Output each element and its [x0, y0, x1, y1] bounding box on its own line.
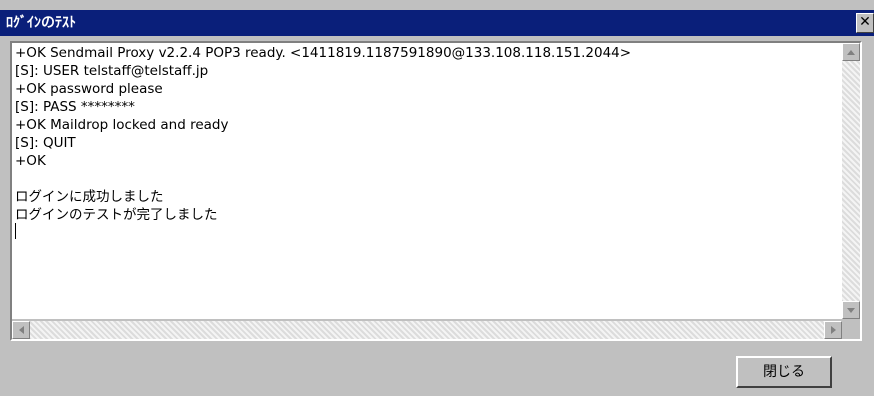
log-line: +OK Sendmail Proxy v2.2.4 POP3 ready. <1…	[15, 45, 632, 61]
log-text-area[interactable]: +OK Sendmail Proxy v2.2.4 POP3 ready. <1…	[12, 43, 842, 319]
log-line: ログインに成功しました	[15, 189, 164, 205]
window-title: ﾛｸﾞｲﾝのﾃｽﾄ	[6, 15, 76, 31]
arrow-up-icon	[847, 49, 855, 55]
text-caret	[15, 223, 16, 239]
window-close-button[interactable]: ✕	[856, 13, 874, 33]
scroll-right-button[interactable]	[824, 321, 842, 339]
vertical-scrollbar[interactable]	[842, 43, 860, 319]
close-icon: ✕	[859, 14, 871, 30]
horizontal-scrollbar[interactable]	[12, 321, 842, 339]
close-button[interactable]: 閉じる	[736, 356, 832, 388]
scroll-down-button[interactable]	[842, 301, 860, 319]
log-line: [S]: USER telstaff@telstaff.jp	[15, 63, 209, 79]
arrow-left-icon	[18, 326, 24, 334]
log-line: +OK password please	[15, 81, 163, 97]
log-line: ログインのテストが完了しました	[15, 207, 218, 223]
scroll-left-button[interactable]	[12, 321, 30, 339]
scroll-up-button[interactable]	[842, 43, 860, 61]
log-line: +OK Maildrop locked and ready	[15, 117, 229, 133]
log-line: [S]: QUIT	[15, 135, 76, 151]
arrow-down-icon	[847, 307, 855, 313]
log-output-box[interactable]: +OK Sendmail Proxy v2.2.4 POP3 ready. <1…	[10, 41, 862, 341]
arrow-right-icon	[830, 326, 836, 334]
log-line: +OK	[15, 153, 46, 169]
title-bar[interactable]: ﾛｸﾞｲﾝのﾃｽﾄ ✕	[0, 10, 874, 36]
log-line: [S]: PASS ********	[15, 99, 135, 115]
login-test-dialog: ﾛｸﾞｲﾝのﾃｽﾄ ✕ +OK Sendmail Proxy v2.2.4 PO…	[0, 0, 874, 396]
scrollbar-corner	[842, 319, 860, 339]
